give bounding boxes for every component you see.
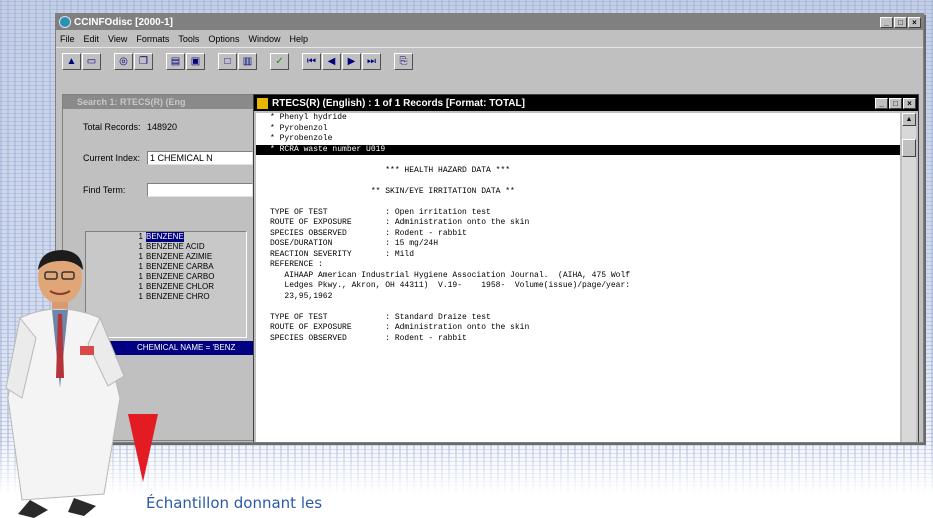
record-window: RTECS(R) (English) : 1 of 1 Records [For… [253,94,919,442]
record-line [256,176,900,187]
main-titlebar: CCINFOdisc [2000-1] _ □ × [56,14,923,30]
record-line: REACTION SEVERITY : Mild [270,249,415,259]
record-close-button[interactable]: × [903,97,916,109]
menu-edit[interactable]: Edit [84,34,100,44]
export-icon[interactable]: ⎘ [394,52,413,70]
search-window-icon[interactable]: ▭ [82,52,101,70]
menu-tools[interactable]: Tools [178,34,199,44]
current-index-label: Current Index: [83,153,141,163]
record-line: SPECIES OBSERVED : Rodent - rabbit [270,228,467,238]
record-line: REFERENCE : [270,260,323,269]
save-icon[interactable]: ▣ [186,52,205,70]
find-icon[interactable]: ◎ [114,52,133,70]
scroll-up-icon[interactable]: ▲ [902,113,916,126]
record-minimize-button[interactable]: _ [875,97,888,109]
record-line: Ledges Pkwy., Akron, OH 44311) V.19- 195… [270,281,631,290]
current-index-select[interactable]: 1 CHEMICAL N [147,151,253,165]
record-line: * Phenyl hydride [270,113,347,122]
record-window-title: RTECS(R) (English) : 1 of 1 Records [For… [272,97,525,109]
split-view-icon[interactable]: ▥ [238,52,257,70]
search-window-title: Search 1: RTECS(R) (Eng [63,95,253,109]
record-line: ROUTE OF EXPOSURE : Administration onto … [270,323,530,332]
menubar: File Edit View Formats Tools Options Win… [56,30,923,47]
record-text[interactable]: * Phenyl hydride * Pyrobenzol * Pyrobenzol… [256,113,900,442]
close-button[interactable]: × [908,16,921,28]
menu-formats[interactable]: Formats [136,34,169,44]
app-title: CCINFOdisc [2000-1] [74,16,173,28]
print-icon[interactable]: ▤ [166,52,185,70]
last-record-icon[interactable]: ⏭ [362,52,381,70]
find-term-label: Find Term: [83,185,126,195]
record-line [256,302,900,313]
scroll-thumb[interactable] [902,139,916,157]
list-item[interactable]: 1 BENZENE [86,232,246,242]
record-line: ** SKIN/EYE IRRITATION DATA ** [270,186,515,196]
caption-text: Échantillon donnant les [146,494,323,512]
menu-window[interactable]: Window [248,34,280,44]
record-line: * Pyrobenzole [270,134,333,143]
record-maximize-button[interactable]: □ [889,97,902,109]
record-line: TYPE OF TEST : Open irritation test [270,207,491,217]
menu-file[interactable]: File [60,34,75,44]
red-pointer-arrow [128,414,158,482]
menu-help[interactable]: Help [289,34,308,44]
record-line [256,155,900,166]
record-window-titlebar: RTECS(R) (English) : 1 of 1 Records [For… [254,95,918,111]
record-line: ROUTE OF EXPOSURE : Administration onto … [270,218,530,227]
record-line: DOSE/DURATION : 15 mg/24H [270,239,439,248]
record-line: *** HEALTH HAZARD DATA *** [270,165,511,175]
man-in-lab-coat-illustration [5,250,125,518]
window-icon[interactable]: □ [218,52,237,70]
menu-options[interactable]: Options [208,34,239,44]
toolbar: ▲ ▭ ◎ ❐ ▤ ▣ □ ▥ ✓ ⏮ ◀ ▶ ⏭ ⎘ [56,47,923,74]
copy-icon[interactable]: ❐ [134,52,153,70]
total-records-value: 148920 [147,122,178,132]
app-icon [59,16,71,28]
minimize-button[interactable]: _ [880,16,893,28]
record-line: TYPE OF TEST : Standard Draize test [270,312,491,322]
record-line: * Pyrobenzol [270,123,328,133]
record-line [256,197,900,208]
record-line: SPECIES OBSERVED : Rodent - rabbit [270,333,467,343]
record-line: 23,95,1962 [270,291,333,301]
maximize-button[interactable]: □ [894,16,907,28]
first-record-icon[interactable]: ⏮ [302,52,321,70]
vertical-scrollbar[interactable]: ▲ [902,113,916,442]
main-window: CCINFOdisc [2000-1] _ □ × File Edit View… [55,13,924,443]
document-icon [257,97,268,109]
next-record-icon[interactable]: ▶ [342,52,361,70]
total-records-label: Total Records: [83,122,141,132]
check-icon[interactable]: ✓ [270,52,289,70]
find-term-input[interactable] [147,183,253,197]
record-line: * RCRA waste number U019 [256,144,900,155]
menu-view[interactable]: View [108,34,127,44]
previous-record-icon[interactable]: ◀ [322,52,341,70]
binoculars-icon[interactable]: ▲ [62,52,81,70]
record-line: AIHAAP American Industrial Hygiene Assoc… [270,270,631,280]
